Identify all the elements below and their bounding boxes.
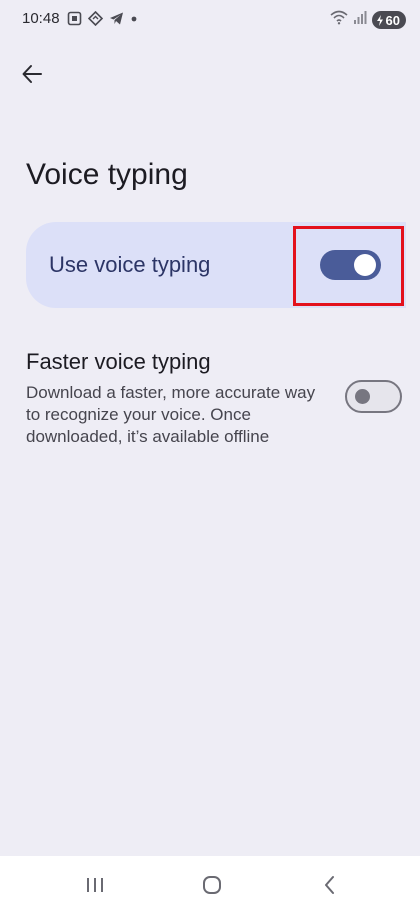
screenshot-icon [67,11,82,31]
faster-voice-typing-description: Download a faster, more accurate way to … [26,383,316,446]
status-time: 10:48 [22,10,60,27]
use-voice-typing-label: Use voice typing [49,252,211,277]
use-voice-typing-switch[interactable] [320,250,381,280]
switch-thumb [354,254,376,276]
back-button[interactable] [14,56,50,92]
faster-voice-typing-title: Faster voice typing [26,349,211,374]
navigation-bar [0,856,420,910]
telegram-icon [109,11,124,31]
back-icon [325,876,334,894]
arrow-left-icon [22,65,42,83]
recents-button[interactable] [80,870,110,900]
battery-level: 60 [385,12,400,28]
page-title: Voice typing [26,158,188,191]
status-bar: 10:48 60 [0,0,420,40]
system-back-button[interactable] [315,870,345,900]
dot-icon [130,11,138,31]
faster-voice-typing-switch[interactable] [345,380,402,413]
home-icon [203,876,221,894]
recents-icon [87,878,103,892]
status-right-icons: 60 [330,10,406,30]
switch-thumb [355,389,370,404]
status-left-icons [67,10,138,31]
wifi-icon [330,10,348,30]
home-button[interactable] [197,870,227,900]
battery-icon: 60 [371,11,406,29]
nav-diamond-icon [87,10,104,31]
signal-icon [353,10,367,30]
